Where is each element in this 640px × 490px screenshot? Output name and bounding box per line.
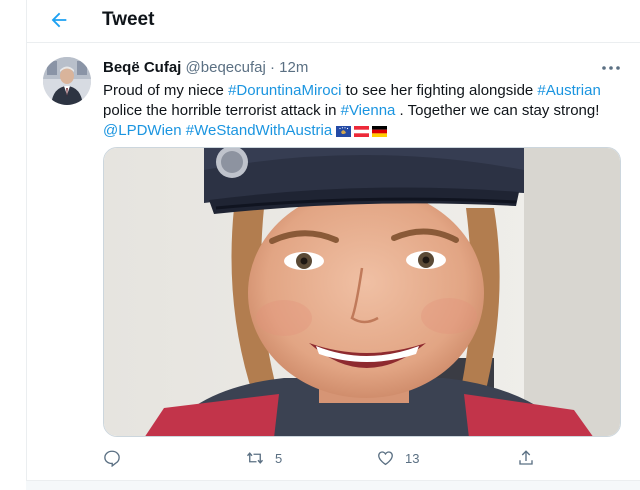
share-button[interactable] xyxy=(517,446,535,470)
author-name[interactable]: Beqë Cufaj xyxy=(103,59,181,76)
reply-button[interactable] xyxy=(103,446,121,470)
hashtag-austrian[interactable]: #Austrian xyxy=(537,82,600,99)
back-button[interactable] xyxy=(41,4,77,36)
retweet-icon xyxy=(246,452,264,464)
avatar[interactable] xyxy=(43,57,91,105)
mention-lpdwien[interactable]: @LPDWien xyxy=(103,122,182,139)
text-segment: . Together we can stay strong! xyxy=(395,102,600,119)
author-handle[interactable]: @beqecufaj xyxy=(186,59,266,76)
author-line: Beqë Cufaj @beqecufaj · 12m xyxy=(103,59,308,76)
text-segment: police the horrible terrorist attack in xyxy=(103,102,341,119)
germany-flag-icon xyxy=(372,126,388,137)
tweet-photo[interactable] xyxy=(103,147,621,437)
text-segment: Proud of my niece xyxy=(103,82,229,99)
retweet-button[interactable]: 5 xyxy=(245,446,282,470)
more-options-button[interactable] xyxy=(599,58,623,78)
like-button[interactable]: 13 xyxy=(376,446,419,470)
main-column: Tweet Beqë Cufaj @beqecufaj · 12m Proud … xyxy=(26,0,640,490)
more-icon xyxy=(602,66,620,70)
share-icon xyxy=(519,450,533,465)
page-header: Tweet xyxy=(27,0,640,43)
tweet-text: Proud of my niece #DoruntinaMiroci to se… xyxy=(103,81,623,141)
heart-icon xyxy=(378,451,393,466)
reply-icon xyxy=(104,450,120,467)
timeline-divider xyxy=(26,480,640,490)
hashtag-doruntinamiroci[interactable]: #DoruntinaMiroci xyxy=(228,82,341,99)
like-count: 13 xyxy=(405,450,420,466)
page-title: Tweet xyxy=(102,9,155,30)
police-officer-portrait-image xyxy=(104,148,620,436)
hashtag-westandwithaustria[interactable]: #WeStandWithAustria xyxy=(186,122,332,139)
tweet-actions: 5 13 xyxy=(103,446,623,470)
tweet: Beqë Cufaj @beqecufaj · 12m Proud of my … xyxy=(27,44,640,480)
kosovo-flag-icon xyxy=(336,126,352,137)
text-segment: to see her fighting alongside xyxy=(341,82,538,99)
hashtag-vienna[interactable]: #Vienna xyxy=(341,102,396,119)
flag-emojis xyxy=(336,126,388,137)
arrow-left-icon xyxy=(51,12,67,28)
retweet-count: 5 xyxy=(275,450,283,466)
timestamp[interactable]: 12m xyxy=(279,59,308,76)
austria-flag-icon xyxy=(354,126,370,137)
separator: · xyxy=(269,59,275,76)
